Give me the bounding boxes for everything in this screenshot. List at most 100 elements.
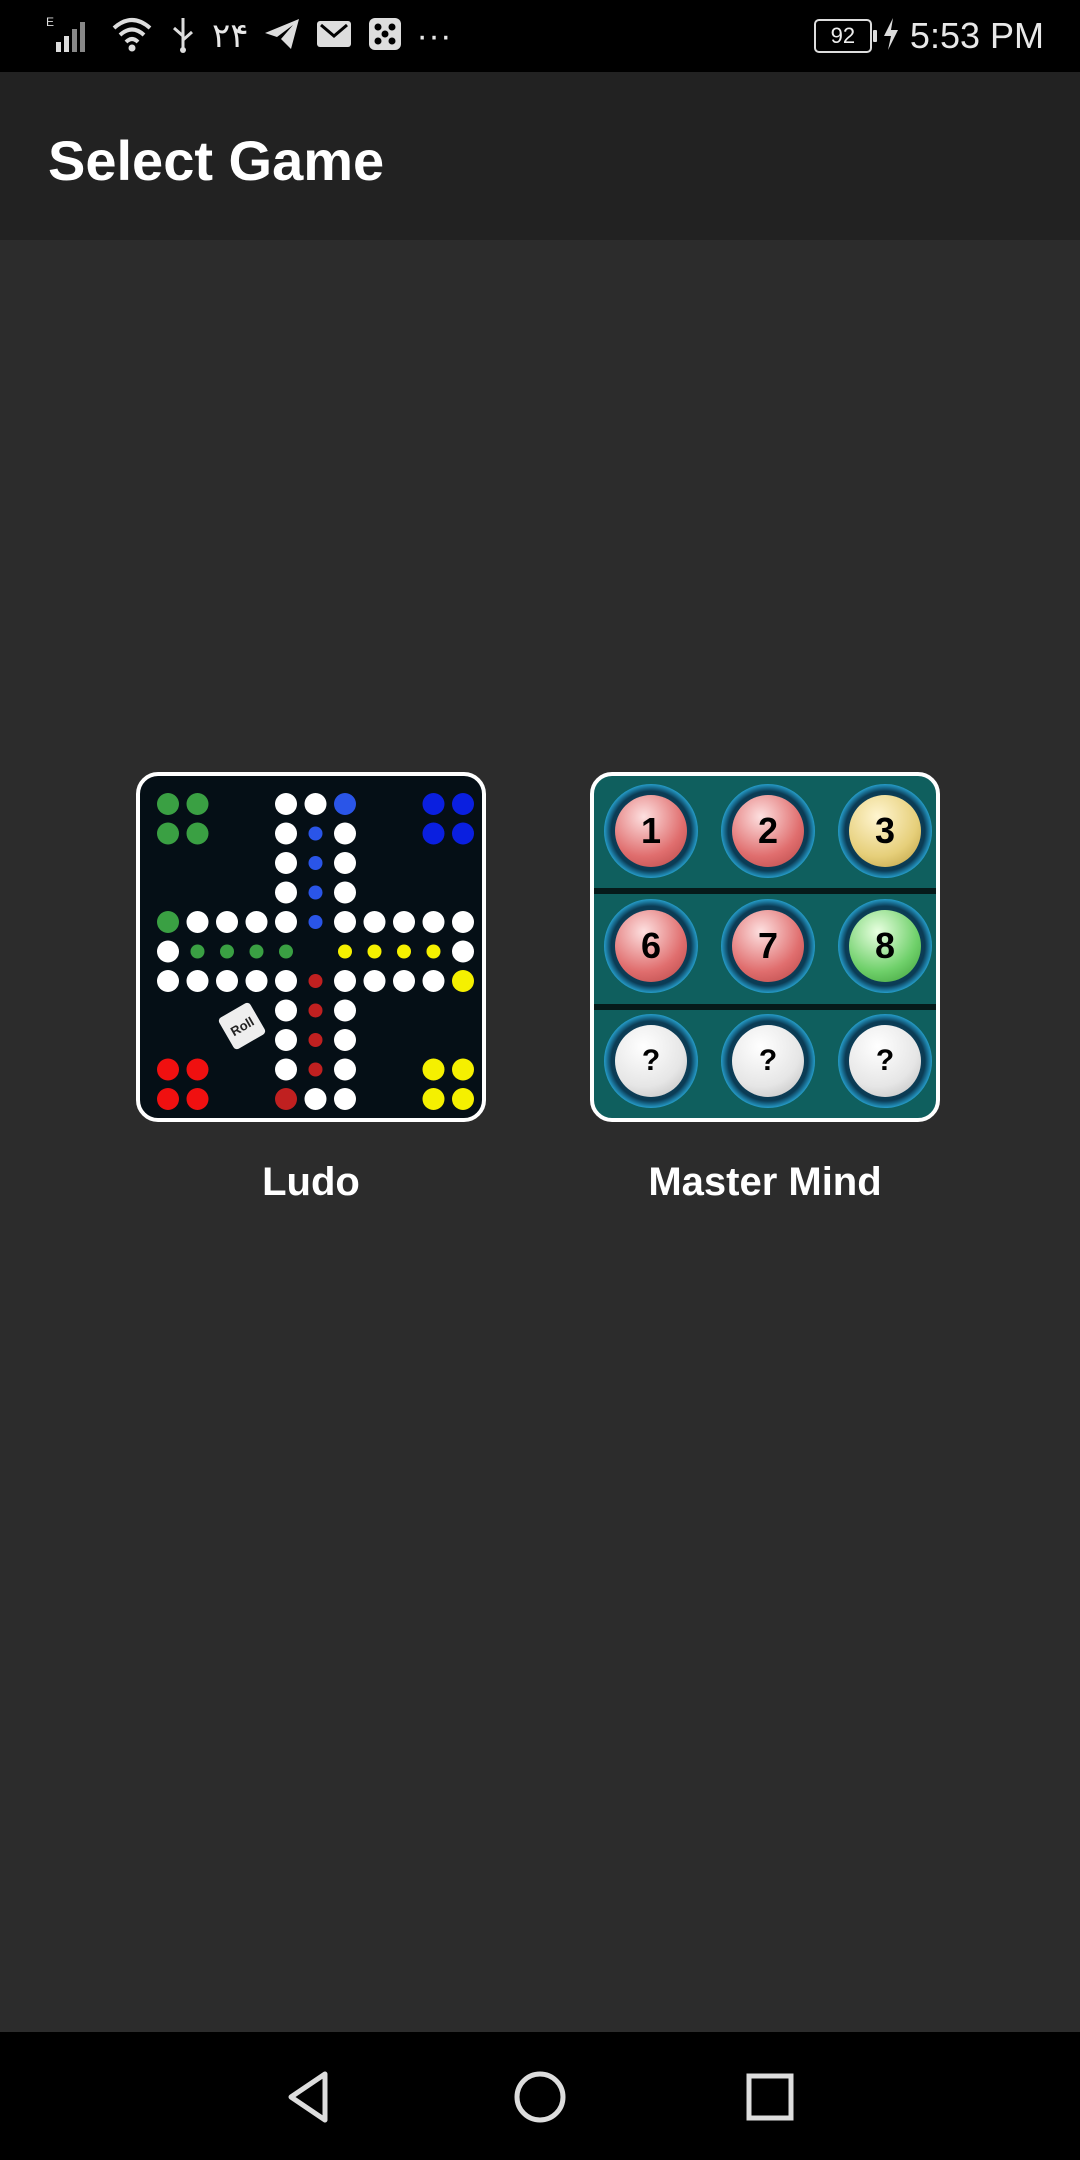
home-icon[interactable] <box>505 2062 575 2132</box>
ludo-dot <box>363 970 386 992</box>
mm-ball-face: ? <box>615 1025 687 1097</box>
ludo-dot <box>304 793 327 815</box>
master-mind-thumbnail[interactable]: 1 2 3 6 7 8??? <box>590 772 940 1122</box>
mm-divider <box>594 888 936 894</box>
ludo-dot <box>334 970 356 992</box>
mm-ball-face: 7 <box>732 910 804 982</box>
ludo-dot <box>275 793 297 815</box>
recents-icon[interactable] <box>735 2062 805 2132</box>
mm-ball: ? <box>604 1014 698 1108</box>
ludo-dot <box>308 826 323 841</box>
mm-ball: 2 <box>721 784 815 878</box>
ludo-dot <box>363 911 386 933</box>
ludo-dot <box>308 856 323 870</box>
mm-ball-face: 6 <box>615 910 687 982</box>
ludo-dot <box>422 1088 445 1110</box>
ludo-dot <box>245 970 268 992</box>
ludo-dot <box>275 881 297 904</box>
ludo-dot <box>422 822 445 845</box>
ludo-dot <box>334 822 356 845</box>
ludo-thumbnail[interactable]: Roll <box>136 772 486 1122</box>
svg-text:E: E <box>46 15 54 29</box>
mm-ball-label: ? <box>758 1044 778 1077</box>
mm-ball-label: 7 <box>757 925 779 966</box>
ludo-dot <box>157 940 179 963</box>
ludo-dot <box>275 1029 297 1051</box>
ludo-dot <box>249 944 264 959</box>
ludo-dot <box>275 911 297 933</box>
ludo-dot <box>308 1062 323 1077</box>
page-title: Select Game <box>48 129 385 192</box>
game-ludo[interactable]: Roll Ludo <box>132 772 490 1205</box>
ludo-dot <box>334 1029 356 1051</box>
ludo-dot <box>157 793 179 815</box>
ludo-dot <box>304 1088 327 1110</box>
status-bar: E ۲۴ ··· 92 5:53 PM <box>0 0 1080 72</box>
mm-ball-label: 8 <box>874 925 896 966</box>
ludo-dot <box>186 1058 209 1081</box>
game-label-ludo[interactable]: Ludo <box>132 1160 490 1205</box>
ludo-dot <box>334 1088 356 1110</box>
mm-ball-face: ? <box>732 1025 804 1097</box>
ludo-dot <box>220 944 234 959</box>
ludo-dot <box>334 1058 356 1081</box>
ludo-dot <box>275 999 297 1022</box>
mm-ball-label: 1 <box>640 810 662 851</box>
back-icon[interactable] <box>275 2062 345 2132</box>
ludo-dot <box>452 793 474 815</box>
ludo-dot <box>334 911 356 933</box>
ludo-dot <box>157 822 179 845</box>
ludo-dot <box>157 1088 179 1110</box>
more-icon: ··· <box>416 16 452 55</box>
ludo-dot <box>367 944 382 959</box>
ludo-dot <box>452 1058 474 1081</box>
ludo-dot <box>216 911 238 933</box>
ludo-dot <box>275 1088 297 1110</box>
mm-ball-face: 3 <box>849 795 921 867</box>
ludo-dot <box>334 881 356 904</box>
wifi-icon <box>110 14 154 59</box>
dice-icon <box>367 16 403 57</box>
ludo-dot <box>308 885 323 900</box>
ludo-dot <box>275 822 297 845</box>
ludo-dot <box>157 1058 179 1081</box>
game-label-master-mind[interactable]: Master Mind <box>586 1160 944 1205</box>
mm-ball: 6 <box>604 899 698 993</box>
navigation-bar <box>0 2032 1080 2160</box>
status-text: ۲۴ <box>212 17 249 55</box>
ludo-dot <box>422 911 445 933</box>
ludo-dot <box>186 911 209 933</box>
mm-ball: 1 <box>604 784 698 878</box>
ludo-dot <box>397 944 411 959</box>
ludo-dot <box>216 970 238 992</box>
ludo-dot <box>245 911 268 933</box>
ludo-dot <box>422 793 445 815</box>
mm-ball-label: ? <box>875 1044 895 1077</box>
ludo-dot <box>275 970 297 992</box>
status-left: E ۲۴ ··· <box>46 14 452 58</box>
mm-ball: 8 <box>838 899 932 993</box>
ludo-dot <box>452 1088 474 1110</box>
ludo-dot <box>452 970 474 992</box>
battery-icon: 92 <box>813 19 877 53</box>
app-bar: Select Game <box>0 72 1080 240</box>
telegram-icon <box>263 17 301 56</box>
ludo-dot <box>452 822 474 845</box>
ludo-dot <box>426 944 441 959</box>
mm-ball-face: ? <box>849 1025 921 1097</box>
ludo-dot <box>190 944 205 959</box>
game-master-mind[interactable]: 1 2 3 6 7 8??? Master Mind <box>586 772 944 1205</box>
gmail-icon <box>315 17 353 56</box>
charging-icon <box>882 17 900 55</box>
signal-icon: E <box>46 14 96 59</box>
ludo-dot <box>186 970 209 992</box>
clock: 5:53 PM <box>909 15 1044 56</box>
ludo-dot <box>157 911 179 933</box>
ludo-dot <box>275 852 297 874</box>
ludo-dot <box>452 911 474 933</box>
ludo-board-icon <box>157 793 474 1110</box>
ludo-dot <box>186 1088 209 1110</box>
mm-ball: 7 <box>721 899 815 993</box>
mm-ball: ? <box>838 1014 932 1108</box>
mm-ball: ? <box>721 1014 815 1108</box>
